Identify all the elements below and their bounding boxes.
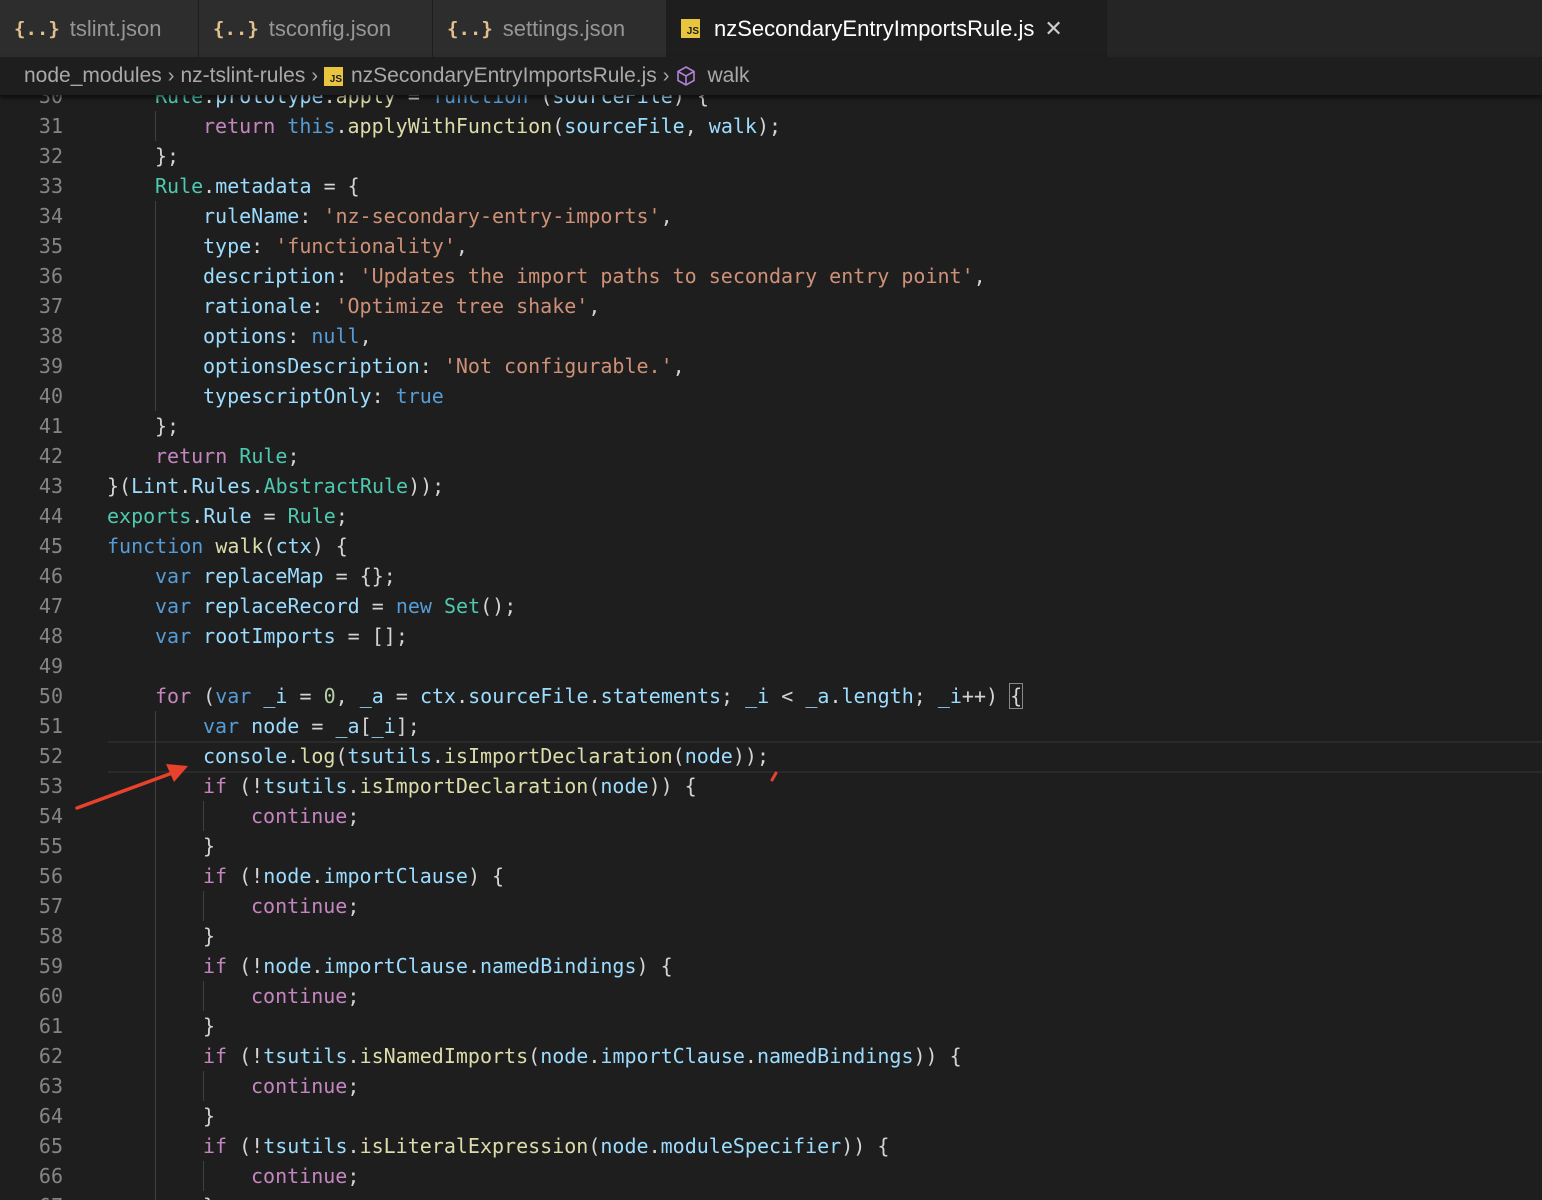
annotation-red-arrow [75, 764, 778, 810]
annotation-red-mark [770, 771, 778, 782]
